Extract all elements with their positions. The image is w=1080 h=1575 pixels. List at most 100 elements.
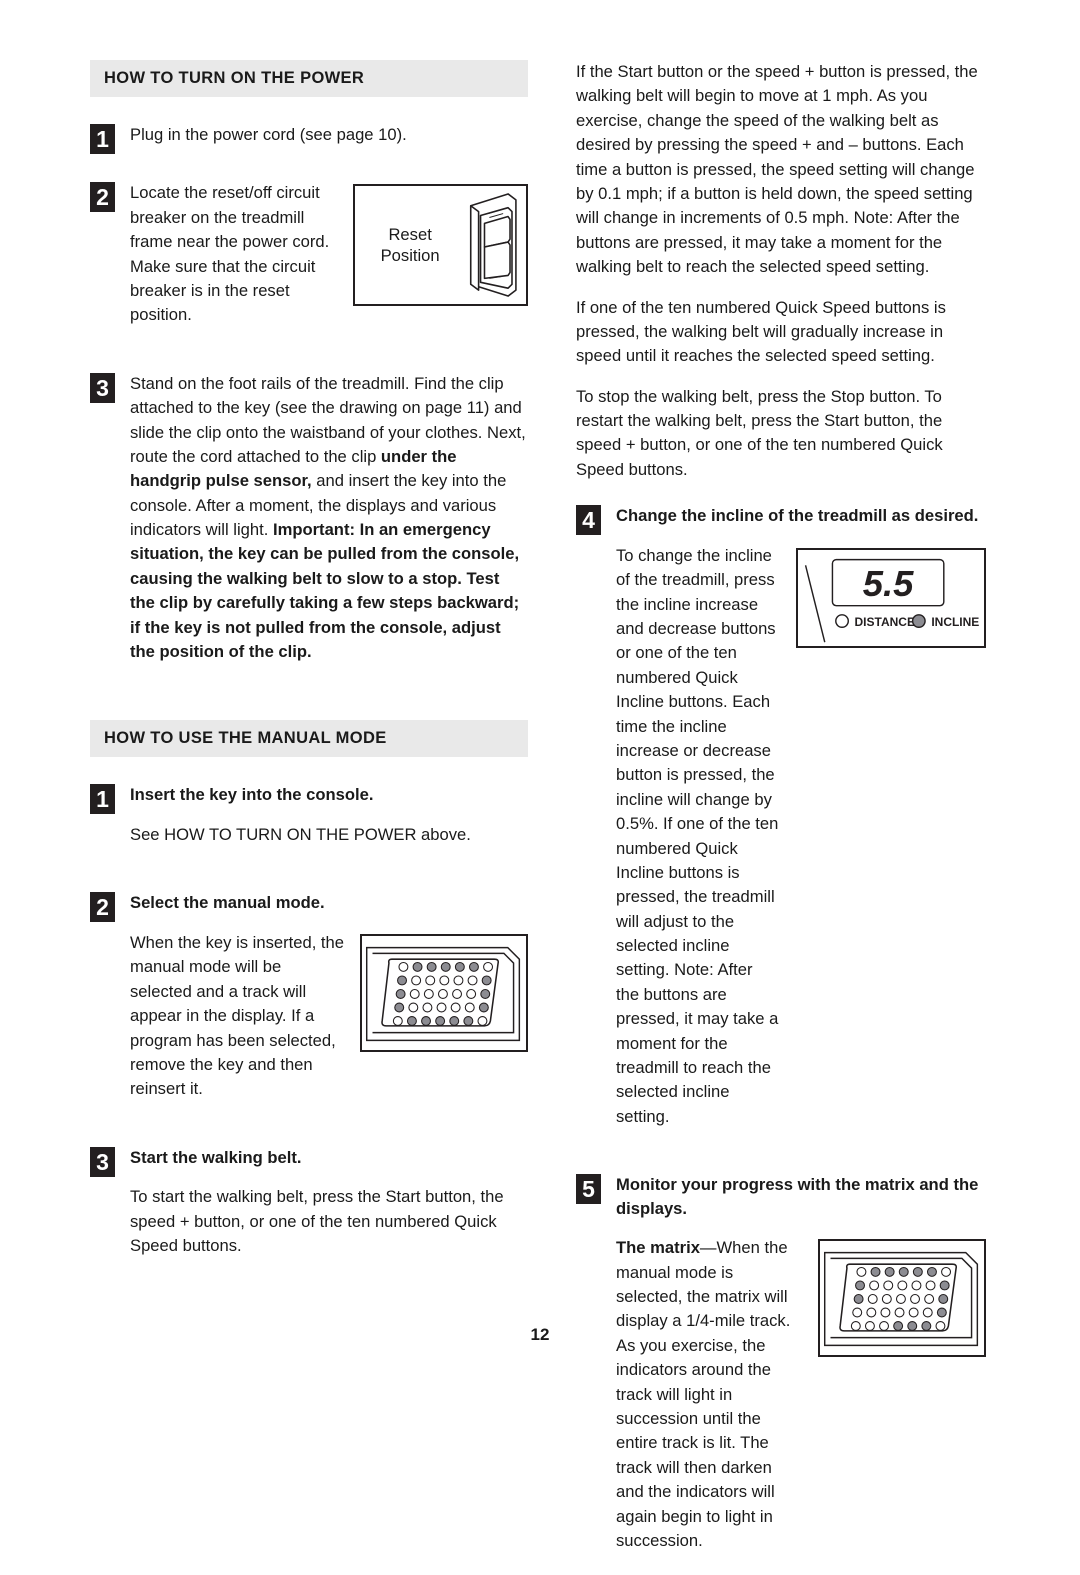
step-paragraph: Plug in the power cord (see page 10). [130, 125, 407, 144]
step-text: Insert the key into the console. See HOW… [130, 783, 528, 847]
step-paragraph: Stand on the foot rails of the treadmill… [130, 372, 528, 665]
matrix-dot [853, 1294, 864, 1305]
matrix-dot [855, 1280, 865, 1291]
step-number-badge: 4 [576, 505, 601, 536]
matrix-dot [449, 1015, 460, 1026]
matrix-dot [870, 1267, 881, 1278]
matrix-dot [880, 1307, 891, 1318]
step-number-badge: 2 [90, 182, 115, 213]
step-power-3: 3 Stand on the foot rails of the treadmi… [90, 372, 528, 665]
step3-text-part1: Stand on the foot rails of the treadmill… [130, 373, 526, 466]
step-paragraph: To start the walking belt, press the Sta… [130, 1187, 504, 1256]
step-power-1: 1 Plug in the power cord (see page 10). [90, 123, 528, 154]
step-title: Change the incline of the treadmill as d… [616, 506, 979, 526]
matrix-dot [911, 1280, 922, 1291]
step-paragraph: The matrix—When the manual mode is selec… [616, 1236, 802, 1553]
step-wrapped-text: The matrix—When the manual mode is selec… [616, 1236, 802, 1553]
matrix-dot [426, 961, 437, 972]
matrix-dot [397, 975, 407, 986]
matrix-dot [869, 1280, 880, 1291]
two-column-layout: HOW TO TURN ON THE POWER 1 Plug in the p… [90, 60, 995, 1575]
right-paragraph-1: If the Start button or the speed + butto… [576, 62, 978, 277]
matrix-body-text: —When the manual mode is selected, the m… [616, 1238, 791, 1550]
matrix-dot [466, 988, 477, 999]
matrix-dot [922, 1307, 933, 1318]
breaker-caption: Reset Position [363, 224, 457, 267]
matrix-dot [435, 1015, 446, 1026]
step-manual-2: 2 Select the manual mode. When the key i… [90, 891, 528, 1101]
matrix-dot [394, 1002, 405, 1013]
matrix-dot [852, 1307, 863, 1318]
section-heading-power: HOW TO TURN ON THE POWER [90, 60, 528, 97]
step-text: Start the walking belt. To start the wal… [130, 1146, 528, 1259]
matrix-dot [881, 1294, 892, 1305]
breaker-caption-line2: Position [380, 246, 440, 266]
matrix-dot [480, 988, 491, 999]
matrix-dot [411, 975, 422, 986]
step-paragraph: When the key is inserted, the manual mod… [130, 932, 344, 1099]
matrix-dot [439, 975, 450, 986]
matrix-dot [408, 1002, 419, 1013]
step-number-badge: 3 [90, 372, 115, 403]
circuit-breaker-icon [470, 193, 517, 298]
matrix-dot [883, 1280, 894, 1291]
matrix-dot [483, 961, 494, 972]
matrix-dot [897, 1280, 908, 1291]
page-number: 12 [530, 1325, 550, 1344]
matrix-dot [437, 988, 448, 999]
matrix-bold-lead: The matrix [616, 1238, 700, 1258]
breaker-caption-line1: Reset [388, 224, 432, 244]
matrix-dot [392, 1015, 403, 1026]
step-manual-1: 1 Insert the key into the console. See H… [90, 783, 528, 847]
matrix-dot [856, 1267, 867, 1278]
step-number-badge: 3 [90, 1146, 115, 1177]
manual-page: HOW TO TURN ON THE POWER 1 Plug in the p… [0, 0, 1080, 1550]
matrix-dot [477, 1015, 488, 1026]
matrix-dot [422, 1002, 433, 1013]
matrix-dot [924, 1294, 935, 1305]
matrix-dot [423, 988, 434, 999]
step-text: Reset Position Locate the reset/off circ… [130, 181, 528, 327]
step-manual-3: 3 Start the walking belt. To start the w… [90, 1146, 528, 1259]
matrix-dot [425, 975, 436, 986]
matrix-dot [436, 1002, 447, 1013]
step-number-badge: 5 [576, 1174, 601, 1205]
matrix-dot [421, 1015, 432, 1026]
step-text: Change the incline of the treadmill as d… [616, 504, 986, 1129]
matrix-dot [467, 975, 478, 986]
matrix-dot [452, 988, 463, 999]
matrix-dot [409, 988, 420, 999]
matrix-dot [925, 1280, 936, 1291]
matrix-dot [938, 1294, 949, 1305]
matrix-dot [481, 975, 492, 986]
right-intro-text: If the Start button or the speed + butto… [576, 60, 986, 482]
step-text: Plug in the power cord (see page 10). [130, 123, 528, 147]
incline-value-text: 5.5 [863, 563, 914, 604]
incline-indicator-dot [911, 613, 926, 628]
matrix-dot [926, 1267, 937, 1278]
incline-display-figure: 5.5 DISTANCE INCLINE [796, 547, 986, 648]
matrix-dot [398, 961, 409, 972]
distance-indicator-dot [835, 613, 849, 628]
right-column: If the Start button or the speed + butto… [576, 60, 986, 1575]
matrix-dot [440, 961, 451, 972]
matrix-dot [468, 961, 479, 972]
matrix-dot [941, 1267, 952, 1278]
right-paragraph-3: To stop the walking belt, press the Stop… [576, 386, 943, 479]
step-number-badge: 1 [90, 124, 115, 154]
matrix-dot [910, 1294, 921, 1305]
matrix-dot [406, 1015, 417, 1026]
matrix-dot [395, 988, 406, 999]
right-paragraph-2: If one of the ten numbered Quick Speed b… [576, 297, 946, 366]
matrix-display-icon [365, 946, 521, 1042]
step-paragraph: See HOW TO TURN ON THE POWER above. [130, 824, 471, 844]
step-incline-4: 4 Change the incline of the treadmill as… [576, 504, 986, 1129]
step-title: Insert the key into the console. [130, 785, 374, 805]
matrix-dot [884, 1267, 895, 1278]
matrix-dot [453, 975, 464, 986]
left-column: HOW TO TURN ON THE POWER 1 Plug in the p… [90, 60, 528, 1280]
step-paragraph: To change the incline of the treadmill, … [616, 545, 779, 1126]
matrix-dot [450, 1002, 461, 1013]
matrix-dot [463, 1015, 474, 1026]
matrix-dot [412, 961, 423, 972]
